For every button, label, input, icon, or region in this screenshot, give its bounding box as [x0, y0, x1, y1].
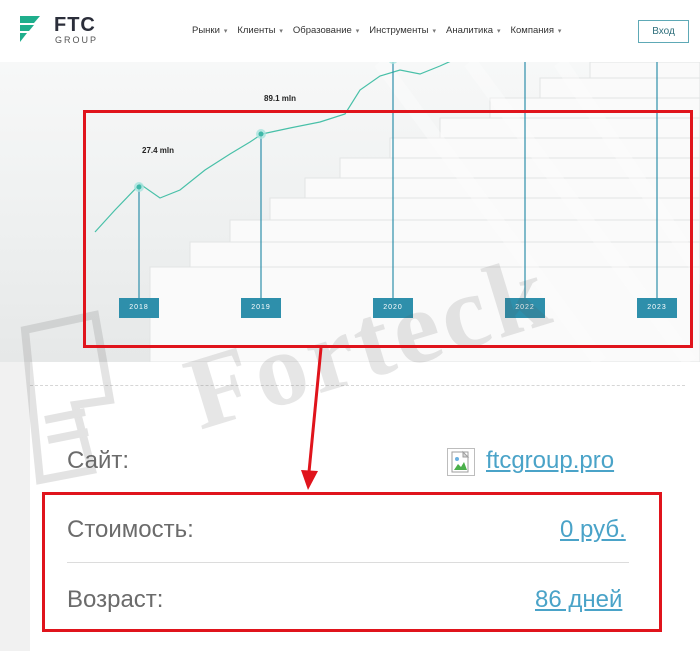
site-header: FTC GROUP Рынки ▾ Клиенты ▾ Образование …	[0, 0, 700, 62]
main-nav: Рынки ▾ Клиенты ▾ Образование ▾ Инструме…	[192, 25, 561, 36]
left-margin-strip	[0, 362, 30, 651]
year-badge: 2022	[505, 298, 545, 318]
age-value-link[interactable]: 86 дней	[535, 586, 622, 614]
chevron-down-icon: ▾	[555, 28, 562, 35]
nav-item-company[interactable]: Компания ▾	[510, 25, 561, 36]
year-badge: 2020	[373, 298, 413, 318]
staircase-illustration	[94, 62, 700, 362]
cost-label: Стоимость:	[67, 516, 194, 543]
nav-item-label: Образование	[292, 25, 352, 36]
nav-item-label: Инструменты	[369, 25, 429, 36]
nav-item-tools[interactable]: Инструменты ▾	[369, 25, 436, 36]
chevron-down-icon: ▾	[430, 28, 436, 35]
login-button[interactable]: Вход	[638, 20, 689, 43]
dashed-divider	[30, 385, 685, 386]
nav-item-label: Компания	[510, 25, 554, 36]
nav-item-clients[interactable]: Клиенты ▾	[237, 25, 283, 36]
nav-item-markets[interactable]: Рынки ▾	[192, 25, 227, 36]
cost-value-link[interactable]: 0 руб.	[560, 516, 626, 544]
ftc-logo[interactable]: FTC GROUP	[18, 14, 118, 48]
nav-item-analytics[interactable]: Аналитика ▾	[446, 25, 501, 36]
age-label: Возраст:	[67, 586, 164, 613]
growth-infographic: 27.4 mln 89.1 mln 2018 2019 2020 2022 20…	[0, 62, 700, 362]
logo-subtext: GROUP	[55, 35, 99, 45]
year-badge: 2018	[119, 298, 159, 318]
nav-item-education[interactable]: Образование ▾	[293, 25, 359, 36]
chevron-down-icon: ▾	[277, 28, 283, 35]
milestone-label: 89.1 mln	[264, 94, 297, 103]
logo-text: FTC	[54, 14, 96, 36]
site-link[interactable]: ftcgroup.pro	[486, 447, 614, 475]
nav-item-label: Рынки	[192, 25, 220, 36]
site-label: Сайт:	[67, 447, 130, 474]
milestone-label: 27.4 mln	[142, 146, 175, 155]
nav-item-label: Клиенты	[237, 25, 276, 36]
ftc-logo-icon	[20, 16, 40, 42]
chevron-down-icon: ▾	[495, 28, 501, 35]
broken-image-icon	[447, 448, 475, 476]
nav-item-label: Аналитика	[445, 25, 494, 36]
year-badge: 2019	[241, 298, 281, 318]
chevron-down-icon: ▾	[353, 28, 360, 35]
row-divider	[67, 562, 629, 563]
year-badge: 2023	[637, 298, 677, 318]
chevron-down-icon: ▾	[221, 28, 228, 35]
